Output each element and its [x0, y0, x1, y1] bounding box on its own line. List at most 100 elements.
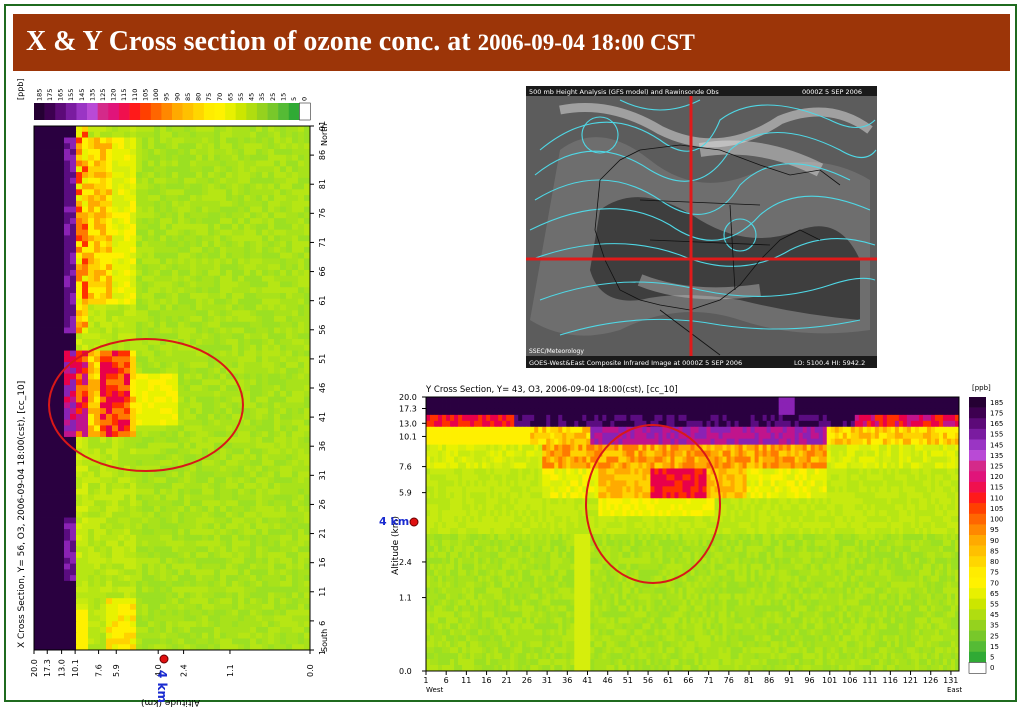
x-section-cell: [106, 264, 113, 271]
x-section-cell: [232, 459, 239, 467]
x-section-cell: [94, 511, 101, 518]
x-section-cell: [100, 419, 107, 426]
x-section-cell: [88, 557, 95, 565]
x-section-cell: [244, 413, 251, 421]
y-section-cell: [614, 420, 619, 428]
x-section-cell: [274, 609, 281, 616]
x-section-cell: [190, 552, 197, 559]
x-section-cell: [238, 626, 245, 634]
y-section-cell: [594, 397, 599, 404]
x-section-cell: [280, 529, 287, 536]
x-section-cell: [124, 580, 131, 588]
x-section-cell: [136, 229, 143, 236]
x-section-cell: [208, 552, 215, 559]
x-section-cell: [76, 223, 83, 231]
x-section-cell: [34, 298, 41, 305]
left-colorbar-swatch: [129, 103, 141, 120]
x-section-cell: [178, 580, 185, 588]
x-section-cell: [304, 465, 311, 472]
x-section-cell: [130, 321, 137, 328]
x-section-cell: [202, 166, 209, 173]
x-section-cell: [244, 229, 251, 236]
x-section-cell: [238, 344, 245, 351]
x-section-cell: [196, 235, 203, 242]
x-section-cell: [82, 149, 89, 156]
x-section-cell: [88, 281, 95, 288]
y-section-cell: [878, 414, 884, 422]
x-section-cell: [142, 500, 149, 507]
x-section-cell: [76, 195, 83, 202]
x-section-cell: [34, 344, 41, 351]
x-section-cell: [244, 189, 251, 196]
y-section-cell: [514, 397, 519, 404]
x-section-cell: [124, 189, 131, 196]
y-section-cell: [694, 402, 699, 410]
y-section-cell: [654, 414, 659, 422]
x-section-cell: [58, 483, 65, 490]
y-section-cell: [646, 402, 651, 410]
y-section-cell: [934, 414, 940, 422]
x-section-cell: [256, 339, 263, 346]
x-section-cell: [202, 575, 209, 582]
x-section-cell: [82, 316, 89, 323]
x-section-cell: [220, 304, 227, 311]
x-section-cell: [178, 586, 185, 593]
x-section-cell: [250, 506, 257, 513]
x-section-cell: [40, 546, 47, 553]
x-section-cell: [262, 350, 269, 357]
x-section-cell: [238, 431, 245, 438]
x-section-cell: [52, 632, 59, 639]
x-section-cell: [52, 223, 59, 231]
x-section-cell: [262, 390, 269, 398]
y-section-cell: [498, 408, 503, 416]
x-section-cell: [184, 632, 191, 639]
y-section-cell: [818, 420, 824, 428]
x-section-cell: [34, 471, 41, 478]
x-section-cell: [190, 189, 197, 196]
x-section-cell: [154, 143, 161, 150]
x-section-cell: [40, 172, 47, 179]
x-section-cell: [274, 218, 281, 225]
x-section-cell: [178, 546, 185, 553]
x-section-cell: [256, 344, 263, 351]
x-section-cell: [106, 356, 113, 363]
x-section-cell: [76, 402, 83, 409]
x-section-cell: [172, 494, 179, 501]
x-section-cell: [184, 494, 191, 501]
x-section-cell: [298, 258, 305, 265]
x-section-4km-marker: [159, 654, 169, 664]
x-section-cell: [220, 356, 227, 363]
x-section-cell: [154, 373, 161, 380]
x-section-cell: [160, 592, 167, 599]
y-section-cell: [442, 397, 447, 404]
x-section-cell: [202, 137, 209, 144]
x-section-cell: [82, 615, 89, 622]
y-section-cell: [926, 397, 932, 404]
y-section-cell: [730, 402, 735, 410]
x-section-cell: [190, 333, 197, 340]
x-section-cell: [76, 166, 83, 173]
x-section-cell: [40, 454, 47, 461]
x-section-cell: [244, 552, 251, 559]
x-section-cell: [58, 563, 65, 570]
x-section-cell: [178, 292, 185, 300]
x-section-cell: [142, 586, 149, 593]
x-section-cell: [238, 246, 245, 254]
y-section-cell: [798, 408, 804, 416]
x-section-cell: [184, 200, 191, 208]
x-section-cell: [184, 592, 191, 599]
x-section-cell: [52, 177, 59, 184]
x-section-cell: [124, 598, 131, 605]
x-section-cell: [250, 442, 257, 449]
x-section-cell: [76, 534, 83, 541]
y-section-cell: [462, 420, 467, 428]
x-section-cell: [214, 638, 221, 645]
x-section-cell: [286, 149, 293, 156]
x-section-cell: [226, 609, 233, 616]
x-section-cell: [280, 459, 287, 467]
x-section-cell: [214, 137, 221, 144]
x-section-cell: [214, 626, 221, 634]
x-section-cell: [280, 218, 287, 225]
y-section-cell: [830, 420, 836, 428]
x-section-cell: [118, 275, 125, 282]
